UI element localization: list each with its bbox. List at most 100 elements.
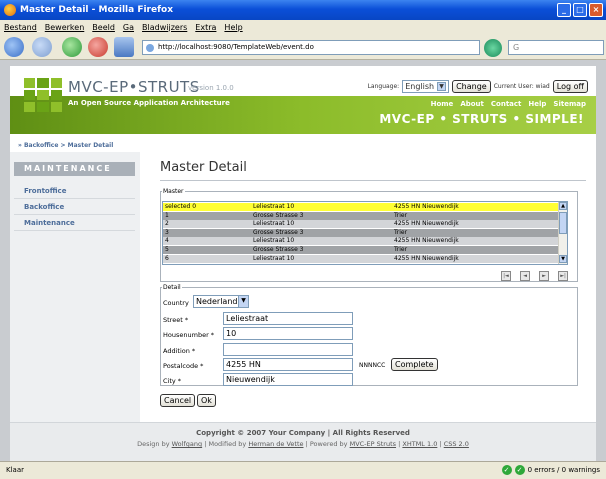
language-select[interactable]: English ▼ [402, 80, 450, 93]
first-page-icon[interactable]: |◄ [501, 271, 511, 281]
menu-bewerken[interactable]: Bewerken [45, 23, 85, 32]
site-tagline: An Open Source Application Architecture [68, 99, 230, 107]
master-legend: Master [163, 188, 184, 195]
complete-button[interactable]: Complete [391, 358, 438, 371]
table-row[interactable]: 3 Grosse Strasse 3 Trier [163, 228, 559, 237]
menu-bar: Bestand Bewerken Beeld Ga Bladwijzers Ex… [0, 20, 606, 34]
last-page-icon[interactable]: ►| [558, 271, 568, 281]
home-icon[interactable] [114, 37, 134, 57]
table-row[interactable]: 6 Leliestraat 10 4255 HN Nieuwendijk [163, 254, 559, 263]
site-title: MVC-EP•STRUTS [68, 78, 200, 96]
scrollbar-thumb[interactable] [559, 212, 567, 234]
city-field[interactable]: Nieuwendijk [223, 373, 353, 386]
menu-ga[interactable]: Ga [123, 23, 134, 32]
row-id: 1 [165, 211, 169, 219]
nav-sitemap[interactable]: Sitemap [553, 100, 586, 108]
change-button[interactable]: Change [452, 80, 491, 93]
scroll-down-icon[interactable]: ▼ [559, 255, 567, 263]
scroll-up-icon[interactable]: ▲ [559, 202, 567, 210]
nav-contact[interactable]: Contact [491, 100, 522, 108]
table-row[interactable]: selected 0 Leliestraat 10 4255 HN Nieuwe… [163, 203, 559, 211]
next-page-icon[interactable]: ► [539, 271, 549, 281]
maximize-button[interactable]: □ [573, 3, 587, 17]
row-street: Grosse Strasse 3 [253, 246, 304, 253]
site-footer: Copyright © 2007 Your Company | All Righ… [10, 422, 596, 461]
designer-link[interactable]: Wolfgang [172, 440, 202, 448]
master-grid[interactable]: selected 0 Leliestraat 10 4255 HN Nieuwe… [162, 201, 568, 265]
row-street: Grosse Strasse 3 [253, 211, 304, 219]
navigation-toolbar: http://localhost:9080/TemplateWeb/event.… [0, 34, 606, 60]
row-street: Leliestraat 10 [253, 203, 295, 210]
nav-about[interactable]: About [460, 100, 484, 108]
menu-bestand[interactable]: Bestand [4, 23, 37, 32]
row-id: 3 [165, 228, 169, 236]
table-row[interactable]: 4 Leliestraat 10 4255 HN Nieuwendijk [163, 237, 559, 246]
nav-help[interactable]: Help [528, 100, 546, 108]
row-postal: 4255 HN Nieuwendijk [394, 237, 459, 245]
row-id: 2 [165, 220, 169, 228]
cancel-button[interactable]: Cancel [160, 394, 196, 407]
row-id: 4 [165, 237, 169, 245]
menu-help[interactable]: Help [224, 23, 242, 32]
ok-button[interactable]: Ok [197, 394, 216, 407]
modifier-link[interactable]: Herman de Vette [248, 440, 303, 448]
forward-icon[interactable] [32, 37, 52, 57]
previous-page-icon[interactable]: ◄ [520, 271, 530, 281]
sidebar-item-frontoffice[interactable]: Frontoffice [14, 184, 135, 199]
row-id: 5 [165, 246, 169, 253]
addition-field[interactable] [223, 343, 353, 356]
menu-extra[interactable]: Extra [195, 23, 216, 32]
go-icon[interactable] [484, 39, 502, 57]
table-row[interactable]: 2 Leliestraat 10 4255 HN Nieuwendijk [163, 220, 559, 229]
table-row[interactable]: 5 Grosse Strasse 3 Trier [163, 246, 559, 254]
powered-link[interactable]: MVC-EP Struts [350, 440, 396, 448]
logoff-button[interactable]: Log off [552, 80, 588, 93]
row-street: Leliestraat 10 [253, 237, 295, 245]
postalcode-hint: NNNNCC [359, 362, 386, 369]
window-title: Master Detail - Mozilla Firefox [20, 5, 174, 15]
separator: | [439, 440, 442, 448]
browser-viewport: MVC-EP•STRUTS version 1.0.0 An Open Sour… [0, 60, 606, 461]
housenumber-field[interactable]: 10 [223, 327, 353, 340]
google-icon: G [513, 43, 520, 52]
copyright-text: Copyright © 2007 Your Company | All Righ… [196, 429, 410, 437]
row-street: Leliestraat 10 [253, 254, 295, 262]
city-label: City * [163, 377, 182, 385]
street-field[interactable]: Leliestraat [223, 312, 353, 325]
country-select[interactable]: Nederland ▼ [193, 295, 249, 308]
table-row[interactable]: 1 Grosse Strasse 3 Trier [163, 211, 559, 220]
menu-bladwijzers[interactable]: Bladwijzers [142, 23, 187, 32]
menu-beeld[interactable]: Beeld [92, 23, 115, 32]
stop-icon[interactable] [88, 37, 108, 57]
status-ok-icon: ✓ [514, 465, 525, 475]
validator-status[interactable]: 0 errors / 0 warnings [528, 466, 600, 474]
postalcode-field[interactable]: 4255 HN [223, 358, 353, 371]
breadcrumb[interactable]: » Backoffice > Master Detail [18, 142, 113, 149]
css-link[interactable]: CSS 2.0 [444, 440, 469, 448]
back-icon[interactable] [4, 37, 24, 57]
title-divider [160, 180, 586, 181]
search-input[interactable]: G [508, 40, 604, 55]
street-label: Street * [163, 316, 189, 324]
modified-prefix: | Modified by [204, 440, 247, 448]
site-container: MVC-EP•STRUTS version 1.0.0 An Open Sour… [10, 66, 596, 461]
page-favicon-icon [146, 44, 154, 52]
housenumber-label: Housenumber * [163, 331, 215, 339]
close-button[interactable]: × [589, 3, 603, 17]
nav-home[interactable]: Home [431, 100, 454, 108]
status-text: Klaar [6, 466, 24, 474]
chevron-down-icon: ▼ [437, 82, 447, 91]
page-title: Master Detail [160, 160, 247, 175]
master-fieldset: Master selected 0 Leliestraat 10 4255 HN… [160, 188, 578, 282]
address-bar[interactable]: http://localhost:9080/TemplateWeb/event.… [142, 40, 480, 55]
postalcode-label: Postalcode * [163, 362, 204, 370]
grid-scrollbar[interactable]: ▲ ▼ [558, 202, 567, 264]
sidebar-item-backoffice[interactable]: Backoffice [14, 200, 135, 215]
country-value: Nederland [196, 297, 238, 306]
detail-legend: Detail [163, 284, 181, 291]
reload-icon[interactable] [62, 37, 82, 57]
xhtml-link[interactable]: XHTML 1.0 [402, 440, 437, 448]
language-bar: Language: English ▼ Change Current User:… [368, 80, 588, 93]
minimize-button[interactable]: _ [557, 3, 571, 17]
sidebar-item-maintenance[interactable]: Maintenance [14, 216, 135, 231]
